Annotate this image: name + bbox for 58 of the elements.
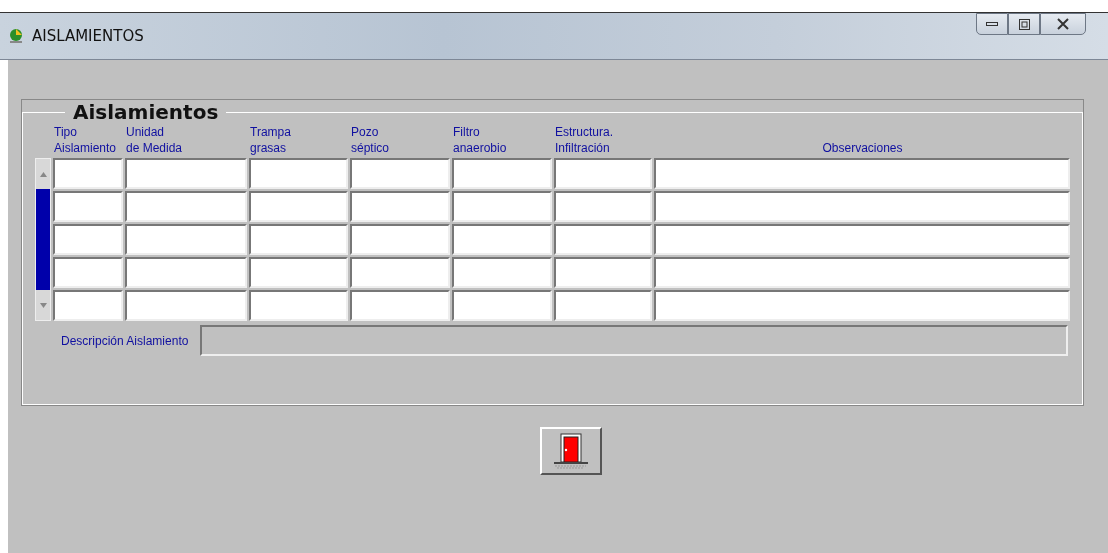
table-cell-field[interactable] <box>554 257 652 288</box>
table-cell-field[interactable] <box>452 257 552 288</box>
table-cell-field[interactable] <box>53 224 123 255</box>
table-cell-field[interactable] <box>249 158 348 189</box>
table-cell-field[interactable] <box>452 191 552 222</box>
maximize-button[interactable] <box>1008 13 1040 35</box>
table-cell-field[interactable] <box>554 191 652 222</box>
table-cell-field[interactable] <box>654 257 1070 288</box>
table-cell-field[interactable] <box>350 191 450 222</box>
scroll-bar[interactable] <box>35 158 51 321</box>
scroll-up-icon[interactable] <box>39 171 47 177</box>
column-header: Trampa grasas <box>249 124 292 156</box>
table-cell-field[interactable] <box>249 290 348 321</box>
table-cell-field[interactable] <box>53 257 123 288</box>
table-cell-field[interactable] <box>452 158 552 189</box>
minimize-icon <box>986 21 998 27</box>
column-header: Unidad de Medida <box>125 124 184 156</box>
column-header: Estructura. Infiltración <box>554 124 615 156</box>
scroll-thumb[interactable] <box>36 189 50 290</box>
table-cell-field[interactable] <box>125 191 247 222</box>
minimize-button[interactable] <box>976 13 1008 35</box>
table-cell-field[interactable] <box>654 158 1070 189</box>
table-cell-field[interactable] <box>125 224 247 255</box>
column-header: Observaciones <box>821 140 904 156</box>
table-cell-field[interactable] <box>53 290 123 321</box>
table-cell-field[interactable] <box>654 191 1070 222</box>
column-header: Filtro anaerobio <box>452 124 508 156</box>
table-cell-field[interactable] <box>452 290 552 321</box>
scroll-down-icon[interactable] <box>39 302 47 308</box>
window-title: AISLAMIENTOS <box>32 27 145 45</box>
table-cell-field[interactable] <box>249 224 348 255</box>
table-cell-field[interactable] <box>350 257 450 288</box>
close-button[interactable] <box>1040 13 1086 35</box>
column-header: Tipo Aislamiento <box>53 124 118 156</box>
table-cell-field[interactable] <box>53 191 123 222</box>
table-cell-field[interactable] <box>125 290 247 321</box>
table-cell-field[interactable] <box>350 290 450 321</box>
table-cell-field[interactable] <box>125 158 247 189</box>
table-cell-field[interactable] <box>350 158 450 189</box>
table-cell-field[interactable] <box>654 290 1070 321</box>
table-cell-field[interactable] <box>452 224 552 255</box>
table-cell-field[interactable] <box>249 257 348 288</box>
maximize-icon <box>1018 18 1030 30</box>
app-icon <box>8 28 24 44</box>
table-cell-field[interactable] <box>125 257 247 288</box>
close-icon <box>1056 18 1070 30</box>
table-cell-field[interactable] <box>53 158 123 189</box>
description-field[interactable] <box>200 325 1068 356</box>
table-cell-field[interactable] <box>249 191 348 222</box>
group-title: Aislamientos <box>72 100 220 124</box>
description-label: Descripción Aislamiento <box>61 333 189 348</box>
column-header: Pozo séptico <box>350 124 391 156</box>
exit-button[interactable] <box>540 427 602 475</box>
table-cell-field[interactable] <box>654 224 1070 255</box>
table-cell-field[interactable] <box>350 224 450 255</box>
table-cell-field[interactable] <box>554 158 652 189</box>
table-cell-field[interactable] <box>554 290 652 321</box>
table-cell-field[interactable] <box>554 224 652 255</box>
